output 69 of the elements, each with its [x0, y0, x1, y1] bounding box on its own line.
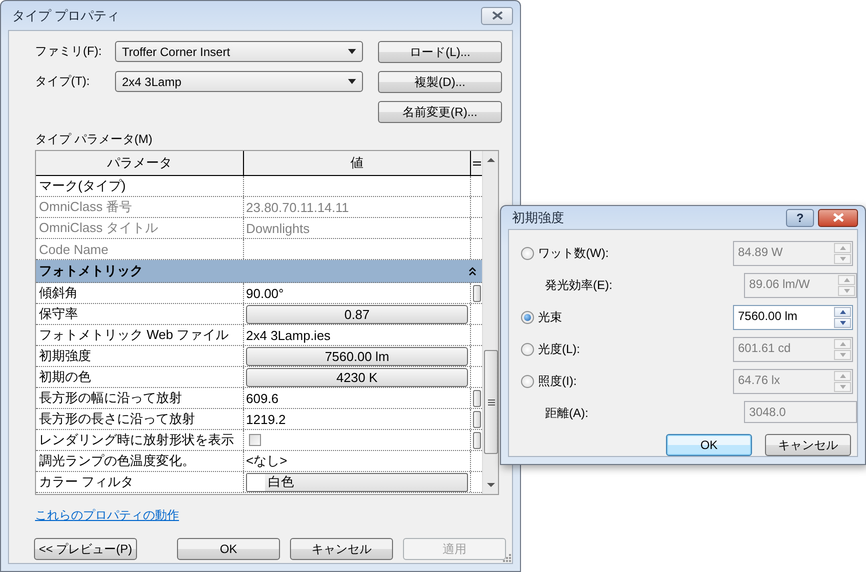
- radio-button[interactable]: [521, 311, 534, 324]
- value-cell: 2x4 3Lamp.ies: [244, 325, 471, 345]
- field-label: 発光効率(E):: [545, 277, 612, 294]
- action-button[interactable]: 名前変更(R)...: [378, 101, 502, 123]
- collapse-icon[interactable]: [469, 266, 476, 276]
- window-title: 初期強度: [512, 208, 565, 226]
- value-cell: 1219.2: [244, 409, 471, 429]
- value-cell: 90.00°: [244, 283, 471, 303]
- parameter-cell: 初期の色: [36, 367, 244, 387]
- parameter-cell: 初期強度: [36, 346, 244, 366]
- value-button[interactable]: 4230 K: [246, 368, 468, 386]
- color-button[interactable]: 白色: [246, 472, 468, 492]
- section-label: タイプ パラメータ(M): [35, 131, 154, 146]
- parameter-cell: OmniClass タイトル: [36, 218, 244, 238]
- group-title: フォトメトリック: [39, 262, 144, 280]
- spin-field[interactable]: 7560.00 lm: [733, 305, 853, 330]
- parameter-cell: Code Name: [36, 239, 244, 259]
- field-label: 距離(A):: [545, 405, 588, 422]
- close-icon: [492, 11, 502, 20]
- dialog-button[interactable]: OK: [666, 434, 752, 456]
- scroll-thumb[interactable]: [484, 350, 498, 454]
- close-icon: [832, 213, 844, 222]
- parameter-cell: 保守率: [36, 304, 244, 324]
- dialog-button[interactable]: キャンセル: [290, 538, 393, 560]
- parameter-cell: カラー フィルタ: [36, 472, 244, 492]
- value-cell: Downlights: [244, 218, 471, 238]
- help-button[interactable]: ?: [786, 208, 814, 226]
- dialog-button[interactable]: << プレビュー(P): [34, 538, 137, 560]
- parameter-cell: 長方形の長さに沿って放射: [36, 409, 244, 429]
- column-header[interactable]: 値: [244, 151, 471, 175]
- value-cell: 609.6: [244, 388, 471, 408]
- parameter-cell: 調光ランプの色温度変化。: [36, 451, 244, 471]
- parameter-cell: フォトメトリック Web ファイル: [36, 325, 244, 345]
- family-dropdown[interactable]: Troffer Corner Insert: [115, 41, 363, 62]
- dialog-button[interactable]: キャンセル: [765, 434, 851, 456]
- spin-down-button[interactable]: [834, 318, 851, 328]
- type-dropdown[interactable]: 2x4 3Lamp: [115, 71, 363, 92]
- field-label: ファミリ(F):: [35, 43, 103, 60]
- parameter-cell: OmniClass 番号: [36, 197, 244, 217]
- value-cell: <なし>: [244, 451, 471, 471]
- row-handle[interactable]: [472, 432, 480, 448]
- column-header[interactable]: パラメータ: [36, 151, 244, 175]
- caret-icon: [348, 49, 356, 54]
- value-button[interactable]: 7560.00 lm: [246, 346, 468, 366]
- parameter-cell: レンダリング時に放射形状を表示: [36, 430, 244, 450]
- value-button[interactable]: 0.87: [246, 304, 468, 324]
- column-menu-icon[interactable]: [472, 160, 480, 166]
- parameter-cell: 傾斜角: [36, 283, 244, 303]
- row-handle[interactable]: [472, 284, 480, 302]
- action-button[interactable]: 複製(D)...: [378, 71, 502, 93]
- spin-up-button[interactable]: [834, 307, 851, 317]
- action-button[interactable]: ロード(L)...: [378, 41, 502, 63]
- row-handle[interactable]: [472, 410, 480, 428]
- help-link[interactable]: これらのプロパティの動作: [35, 507, 179, 524]
- value-cell: 23.80.70.11.14.11: [244, 197, 471, 217]
- checkbox[interactable]: [249, 434, 261, 446]
- parameter-cell: マーク(タイプ): [36, 176, 244, 196]
- dialog-button[interactable]: OK: [177, 538, 280, 560]
- option-label[interactable]: 光束: [538, 309, 562, 326]
- resize-grip-icon[interactable]: [502, 553, 511, 562]
- parameter-cell: 長方形の幅に沿って放射: [36, 388, 244, 408]
- caret-icon: [348, 79, 356, 84]
- scrollbar[interactable]: [482, 151, 498, 494]
- row-handle[interactable]: [472, 390, 480, 406]
- close-button[interactable]: [481, 6, 513, 24]
- group-header[interactable]: フォトメトリック: [36, 260, 482, 283]
- field-label: タイプ(T):: [35, 73, 91, 90]
- window-title: タイプ プロパティ: [12, 6, 121, 24]
- close-button[interactable]: [818, 208, 858, 226]
